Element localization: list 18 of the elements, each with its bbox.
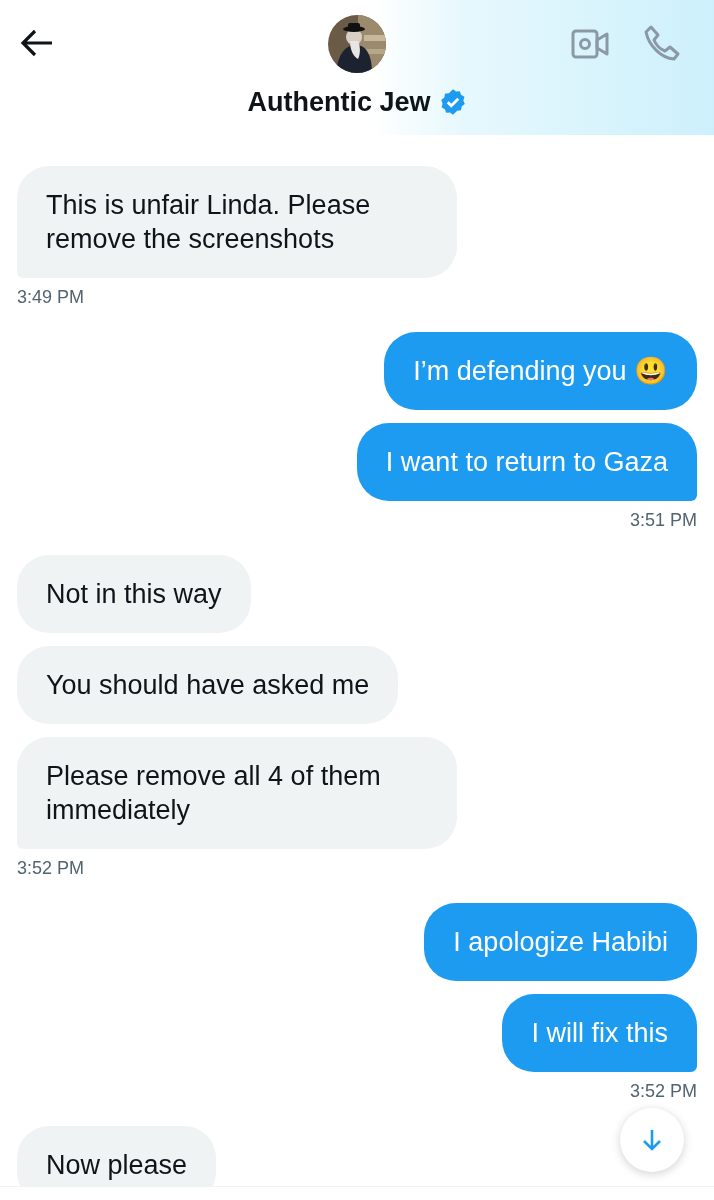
message-bubble: You should have asked me [17,646,399,724]
message-bubble: This is unfair Linda. Please remove the screenshots [17,166,457,278]
message-bubble: Not in this way [17,555,251,633]
message-bubble: Now please [17,1126,217,1186]
down-arrow-icon [641,1128,663,1152]
scroll-down-button[interactable] [620,1108,684,1172]
timestamp: 3:52 PM [17,857,85,879]
contact-name: Authentic Jew [247,86,431,119]
video-camera-icon[interactable] [571,28,609,60]
message-bubble: I will fix this [502,994,697,1072]
timestamp: 3:52 PM [629,1080,697,1102]
message-bubble: I’m defending you 😃 [384,332,697,410]
message-bubble: I want to return to Gaza [356,423,697,501]
message-bubble: I apologize Habibi [424,903,697,981]
message-bubble: Please remove all 4 of them immediately [17,737,457,849]
timestamp: 3:51 PM [629,509,697,531]
timestamp: 3:49 PM [17,286,85,308]
back-arrow-icon[interactable] [20,28,54,58]
